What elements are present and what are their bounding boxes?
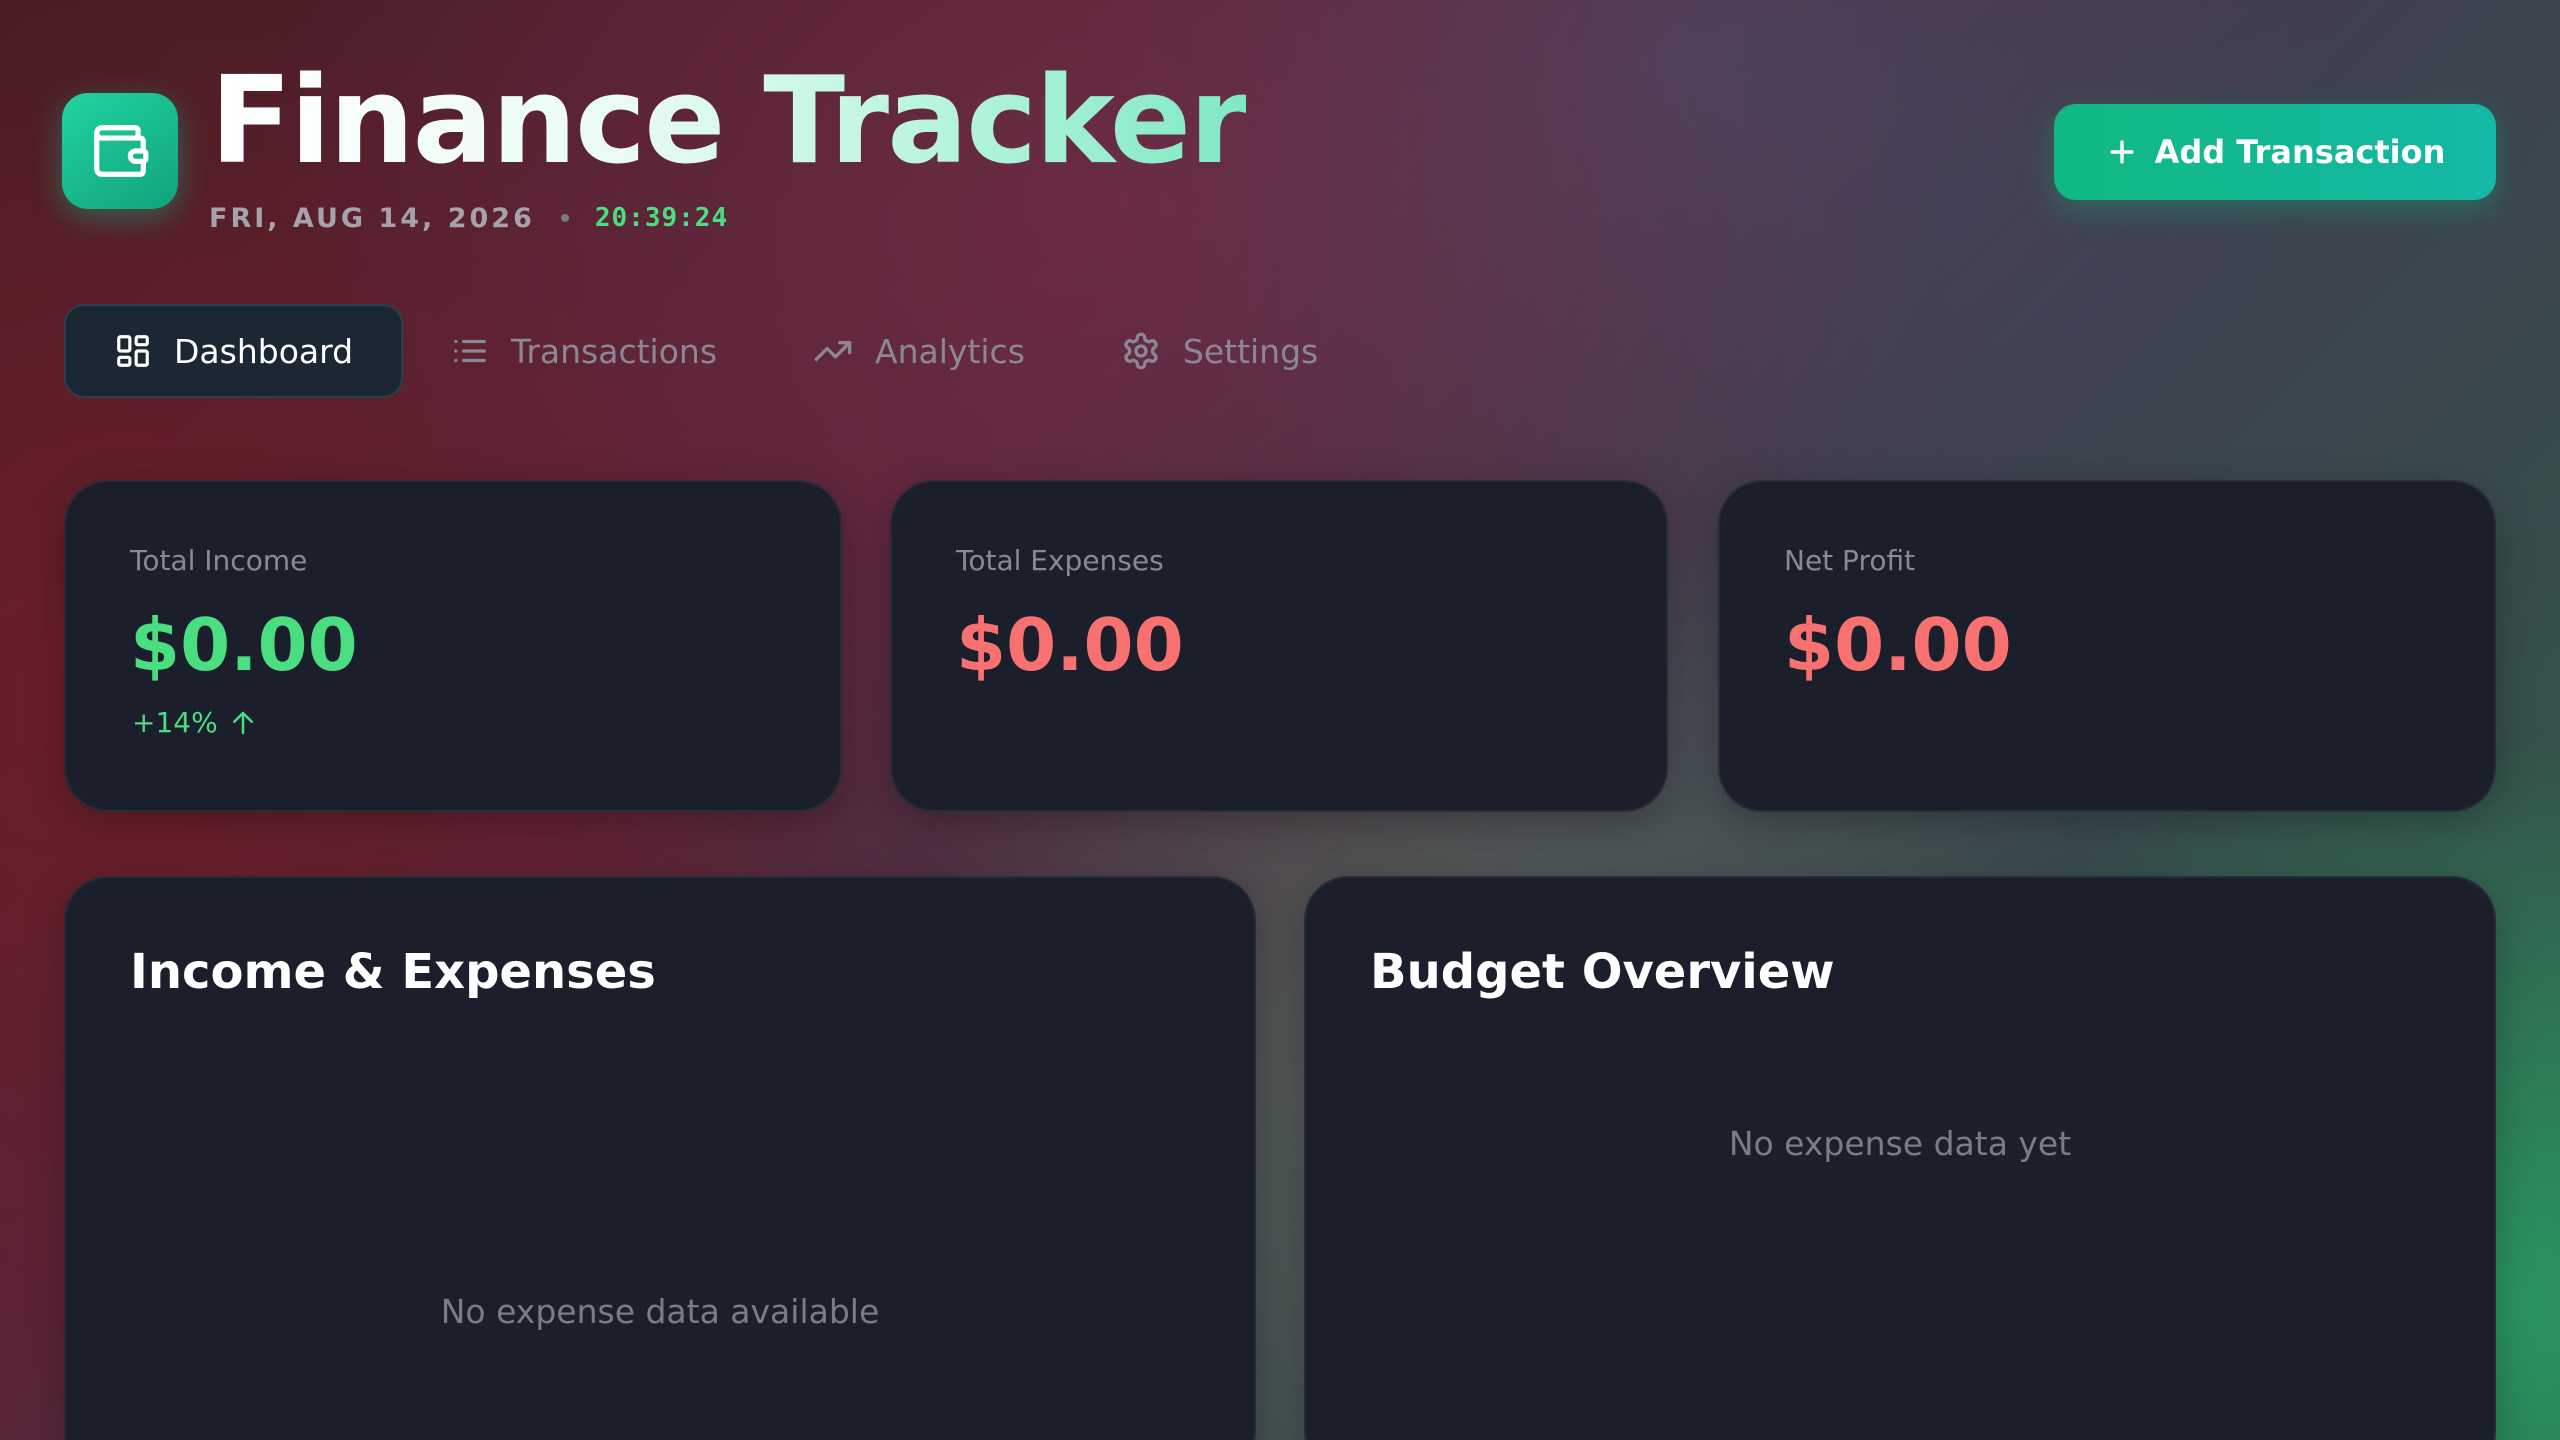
stat-delta-text: +14%	[132, 706, 218, 739]
app-title: Finance Tracker	[210, 52, 1248, 191]
stat-label: Total Expenses	[956, 544, 1164, 577]
tab-analytics-label: Analytics	[875, 331, 1025, 371]
empty-state-text: No expense data yet	[1728, 1124, 2072, 1163]
stat-delta: +14%	[132, 706, 258, 739]
arrow-up-icon	[232, 711, 253, 734]
income-expenses-panel: Income & Expenses No expense data availa…	[64, 876, 1256, 1440]
app-root: Finance Tracker FRI, AUG 14, 2026 20:39:…	[0, 0, 2560, 1440]
budget-overview-panel: Budget Overview No expense data yet	[1304, 876, 2496, 1440]
separator-dot	[560, 214, 569, 222]
current-date: FRI, AUG 14, 2026	[209, 202, 535, 234]
net-profit-card: Net Profit $0.00	[1718, 480, 2496, 812]
tab-dashboard[interactable]: Dashboard	[64, 304, 404, 398]
stat-value: $0.00	[1784, 603, 2012, 687]
dashboard-icon	[117, 335, 149, 367]
total-expenses-card: Total Expenses $0.00	[890, 480, 1668, 812]
tab-dashboard-label: Dashboard	[174, 331, 354, 371]
tab-settings[interactable]: Settings	[1073, 304, 1366, 398]
main-nav: Dashboard Transactions Analytics Setting…	[64, 304, 1366, 398]
add-transaction-label: Add Transaction	[2154, 133, 2446, 171]
add-transaction-button[interactable]: Add Transaction	[2054, 104, 2496, 200]
empty-state-text: No expense data available	[440, 1292, 880, 1331]
app-logo	[62, 93, 178, 209]
plus-icon	[2109, 140, 2134, 164]
stat-value: $0.00	[130, 603, 358, 687]
list-icon	[454, 339, 486, 363]
tab-transactions-label: Transactions	[511, 331, 718, 371]
tab-transactions[interactable]: Transactions	[403, 304, 765, 398]
trending-up-icon	[814, 341, 852, 361]
panel-title: Income & Expenses	[130, 944, 656, 1000]
panel-title: Budget Overview	[1370, 944, 1835, 1000]
gear-icon	[1124, 332, 1158, 370]
wallet-icon	[94, 125, 149, 177]
current-time: 20:39:24	[594, 203, 729, 233]
stat-label: Net Profit	[1784, 544, 1916, 577]
stat-label: Total Income	[130, 544, 308, 577]
tab-settings-label: Settings	[1182, 331, 1319, 371]
total-income-card: Total Income $0.00 +14%	[64, 480, 842, 812]
tab-analytics[interactable]: Analytics	[765, 304, 1073, 398]
stat-value: $0.00	[956, 603, 1184, 687]
date-time-row: FRI, AUG 14, 2026 20:39:24	[209, 202, 728, 234]
